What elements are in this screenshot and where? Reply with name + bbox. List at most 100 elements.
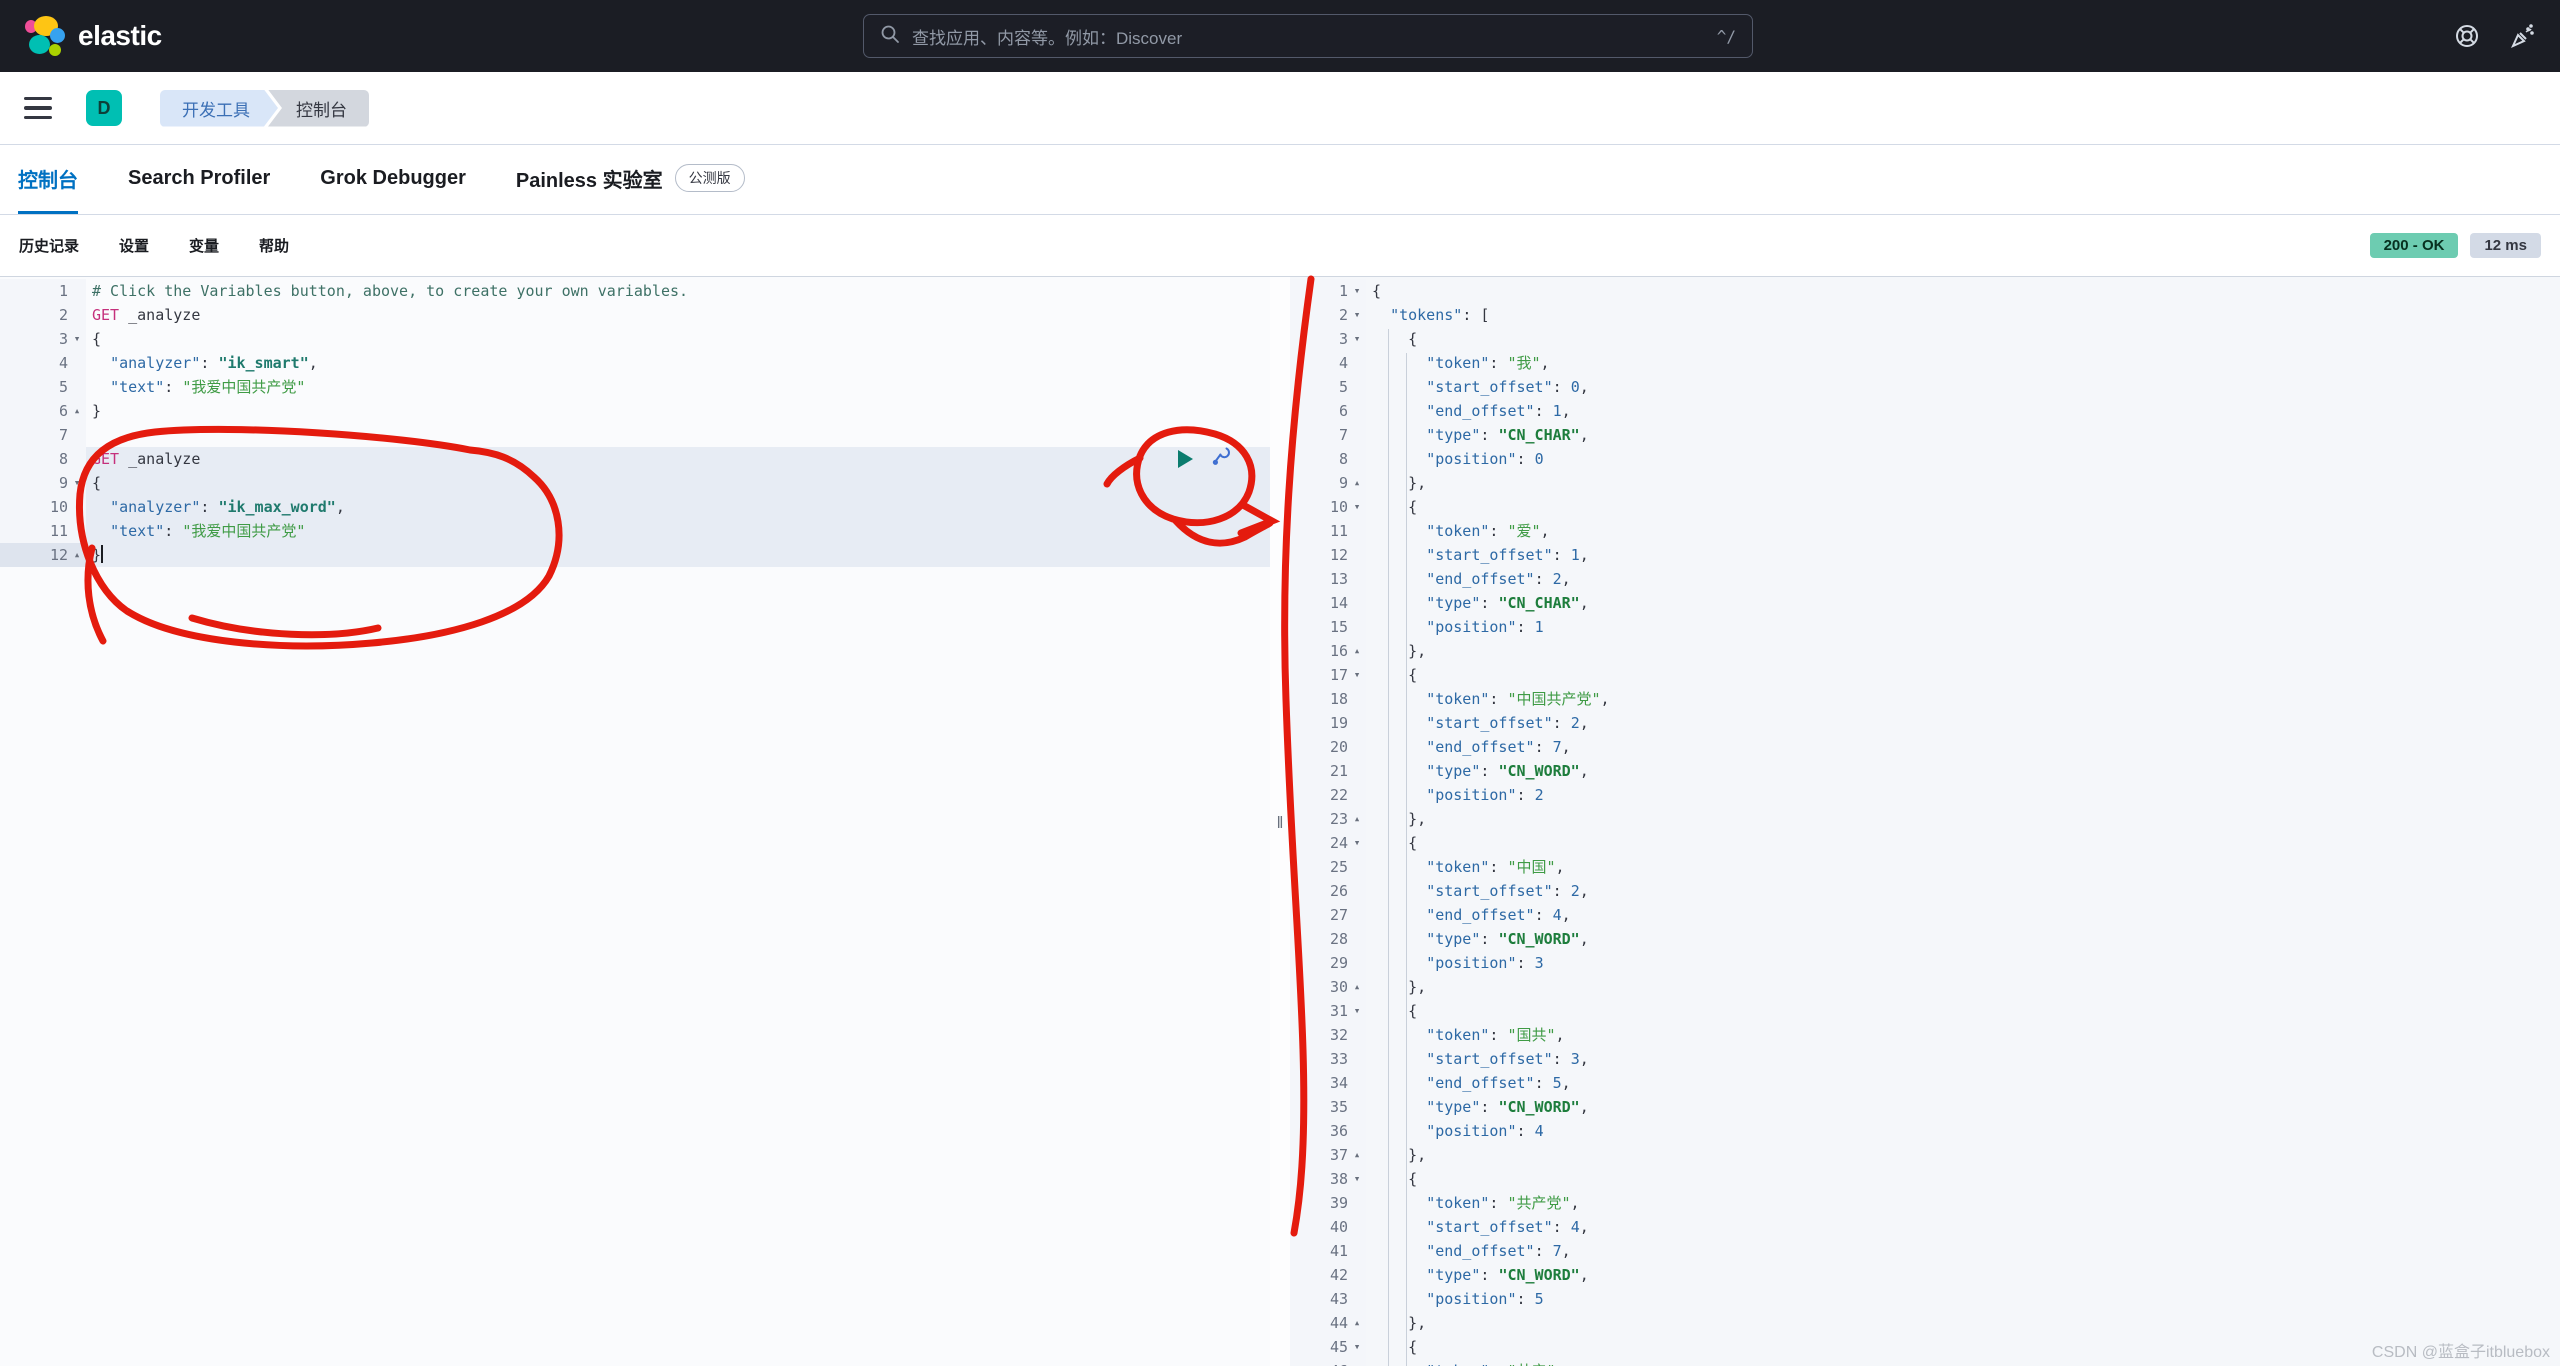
code-line: 11 "token": "爱", — [1290, 519, 2560, 543]
code-line: 26 "start_offset": 2, — [1290, 879, 2560, 903]
code-line: 12 "start_offset": 1, — [1290, 543, 2560, 567]
beta-badge: 公测版 — [675, 164, 745, 192]
space-avatar[interactable]: D — [86, 90, 122, 126]
fold-icon — [1348, 1047, 1366, 1071]
elastic-logo[interactable]: elastic — [24, 14, 162, 58]
code-line: 33 "start_offset": 3, — [1290, 1047, 2560, 1071]
breadcrumb-console: 控制台 — [268, 90, 369, 127]
line-number: 3 — [0, 327, 68, 351]
code-line: 5 "text": "我爱中国共产党" — [0, 375, 1270, 399]
fold-icon[interactable]: ▾ — [68, 327, 86, 351]
line-number: 39 — [1290, 1191, 1348, 1215]
fold-icon — [1348, 375, 1366, 399]
fold-icon[interactable]: ▴ — [68, 399, 86, 423]
help-icon[interactable] — [2454, 23, 2480, 49]
fold-icon[interactable]: ▾ — [1348, 1335, 1366, 1359]
fold-icon[interactable]: ▴ — [1348, 1311, 1366, 1335]
fold-icon[interactable]: ▾ — [1348, 999, 1366, 1023]
line-number: 7 — [0, 423, 68, 447]
code-line: 10 "analyzer": "ik_max_word", — [0, 495, 1270, 519]
fold-icon[interactable]: ▾ — [1348, 663, 1366, 687]
fold-icon — [68, 375, 86, 399]
line-number: 45 — [1290, 1335, 1348, 1359]
wrench-icon[interactable] — [1211, 445, 1233, 472]
line-number: 42 — [1290, 1263, 1348, 1287]
console-toolbar: 历史记录 设置 变量 帮助 200 - OK 12 ms — [0, 215, 2560, 276]
request-editor-pane[interactable]: 1# Click the Variables button, above, to… — [0, 277, 1270, 1366]
tab-console[interactable]: 控制台 — [18, 145, 78, 214]
code-line: 3▾ { — [1290, 327, 2560, 351]
global-search-input[interactable]: 查找应用、内容等。例如：Discover ^/ — [863, 14, 1753, 58]
fold-icon — [68, 519, 86, 543]
code-line: 46 "token": "共产", — [1290, 1359, 2560, 1366]
status-badge: 200 - OK — [2370, 233, 2459, 258]
breadcrumb-dev-tools[interactable]: 开发工具 — [160, 90, 278, 127]
code-line: 7 "type": "CN_CHAR", — [1290, 423, 2560, 447]
pane-resize-handle[interactable]: ‖ — [1270, 813, 1290, 833]
fold-icon — [1348, 783, 1366, 807]
fold-icon — [1348, 1023, 1366, 1047]
response-output-pane[interactable]: 1▾{2▾ "tokens": [3▾ {4 "token": "我",5 "s… — [1290, 277, 2560, 1366]
code-line: 30▴ }, — [1290, 975, 2560, 999]
fold-icon[interactable]: ▴ — [1348, 975, 1366, 999]
code-line: 45▾ { — [1290, 1335, 2560, 1359]
fold-icon[interactable]: ▾ — [68, 471, 86, 495]
variables-link[interactable]: 变量 — [189, 235, 219, 256]
line-number: 1 — [1290, 279, 1348, 303]
tab-search-profiler[interactable]: Search Profiler — [128, 145, 270, 214]
fold-icon[interactable]: ▾ — [1348, 279, 1366, 303]
code-line: 44▴ }, — [1290, 1311, 2560, 1335]
csdn-watermark: CSDN @蓝盒子itbluebox — [2372, 1338, 2550, 1362]
line-number: 30 — [1290, 975, 1348, 999]
line-number: 4 — [1290, 351, 1348, 375]
tab-painless-lab[interactable]: Painless 实验室 公测版 — [516, 145, 745, 214]
breadcrumb: 开发工具 控制台 — [160, 90, 369, 127]
fold-icon[interactable]: ▴ — [1348, 807, 1366, 831]
line-number: 25 — [1290, 855, 1348, 879]
send-request-play-icon[interactable] — [1178, 450, 1193, 468]
fold-icon — [1348, 1071, 1366, 1095]
news-party-popper-icon[interactable] — [2510, 23, 2536, 49]
pane-divider: ‖ — [1270, 277, 1290, 1366]
code-line: 43 "position": 5 — [1290, 1287, 2560, 1311]
code-line: 28 "type": "CN_WORD", — [1290, 927, 2560, 951]
line-number: 8 — [1290, 447, 1348, 471]
line-number: 32 — [1290, 1023, 1348, 1047]
code-line: 8 "position": 0 — [1290, 447, 2560, 471]
fold-icon — [68, 351, 86, 375]
fold-icon[interactable]: ▾ — [1348, 1167, 1366, 1191]
code-line: 6▴} — [0, 399, 1270, 423]
history-link[interactable]: 历史记录 — [19, 235, 79, 256]
fold-icon — [1348, 1263, 1366, 1287]
search-placeholder: 查找应用、内容等。例如：Discover — [912, 24, 1705, 49]
fold-icon[interactable]: ▴ — [1348, 639, 1366, 663]
fold-icon[interactable]: ▾ — [1348, 327, 1366, 351]
fold-icon — [1348, 855, 1366, 879]
line-number: 11 — [0, 519, 68, 543]
line-number: 22 — [1290, 783, 1348, 807]
code-line: 32 "token": "国共", — [1290, 1023, 2560, 1047]
line-number: 26 — [1290, 879, 1348, 903]
line-number: 17 — [1290, 663, 1348, 687]
fold-icon — [1348, 1287, 1366, 1311]
fold-icon — [68, 423, 86, 447]
fold-icon — [1348, 1191, 1366, 1215]
fold-icon — [1348, 399, 1366, 423]
line-number: 5 — [0, 375, 68, 399]
line-number: 1 — [0, 279, 68, 303]
menu-hamburger-icon[interactable] — [24, 97, 52, 120]
help-link[interactable]: 帮助 — [259, 235, 289, 256]
code-line: 42 "type": "CN_WORD", — [1290, 1263, 2560, 1287]
fold-icon[interactable]: ▴ — [1348, 471, 1366, 495]
fold-icon[interactable]: ▴ — [1348, 1143, 1366, 1167]
settings-link[interactable]: 设置 — [119, 235, 149, 256]
fold-icon[interactable]: ▾ — [1348, 303, 1366, 327]
fold-icon[interactable]: ▾ — [1348, 495, 1366, 519]
fold-icon[interactable]: ▴ — [68, 543, 86, 567]
fold-icon[interactable]: ▾ — [1348, 831, 1366, 855]
code-line: 14 "type": "CN_CHAR", — [1290, 591, 2560, 615]
line-number: 44 — [1290, 1311, 1348, 1335]
elastic-logo-icon — [24, 14, 66, 58]
tab-grok-debugger[interactable]: Grok Debugger — [320, 145, 466, 214]
fold-icon — [1348, 687, 1366, 711]
